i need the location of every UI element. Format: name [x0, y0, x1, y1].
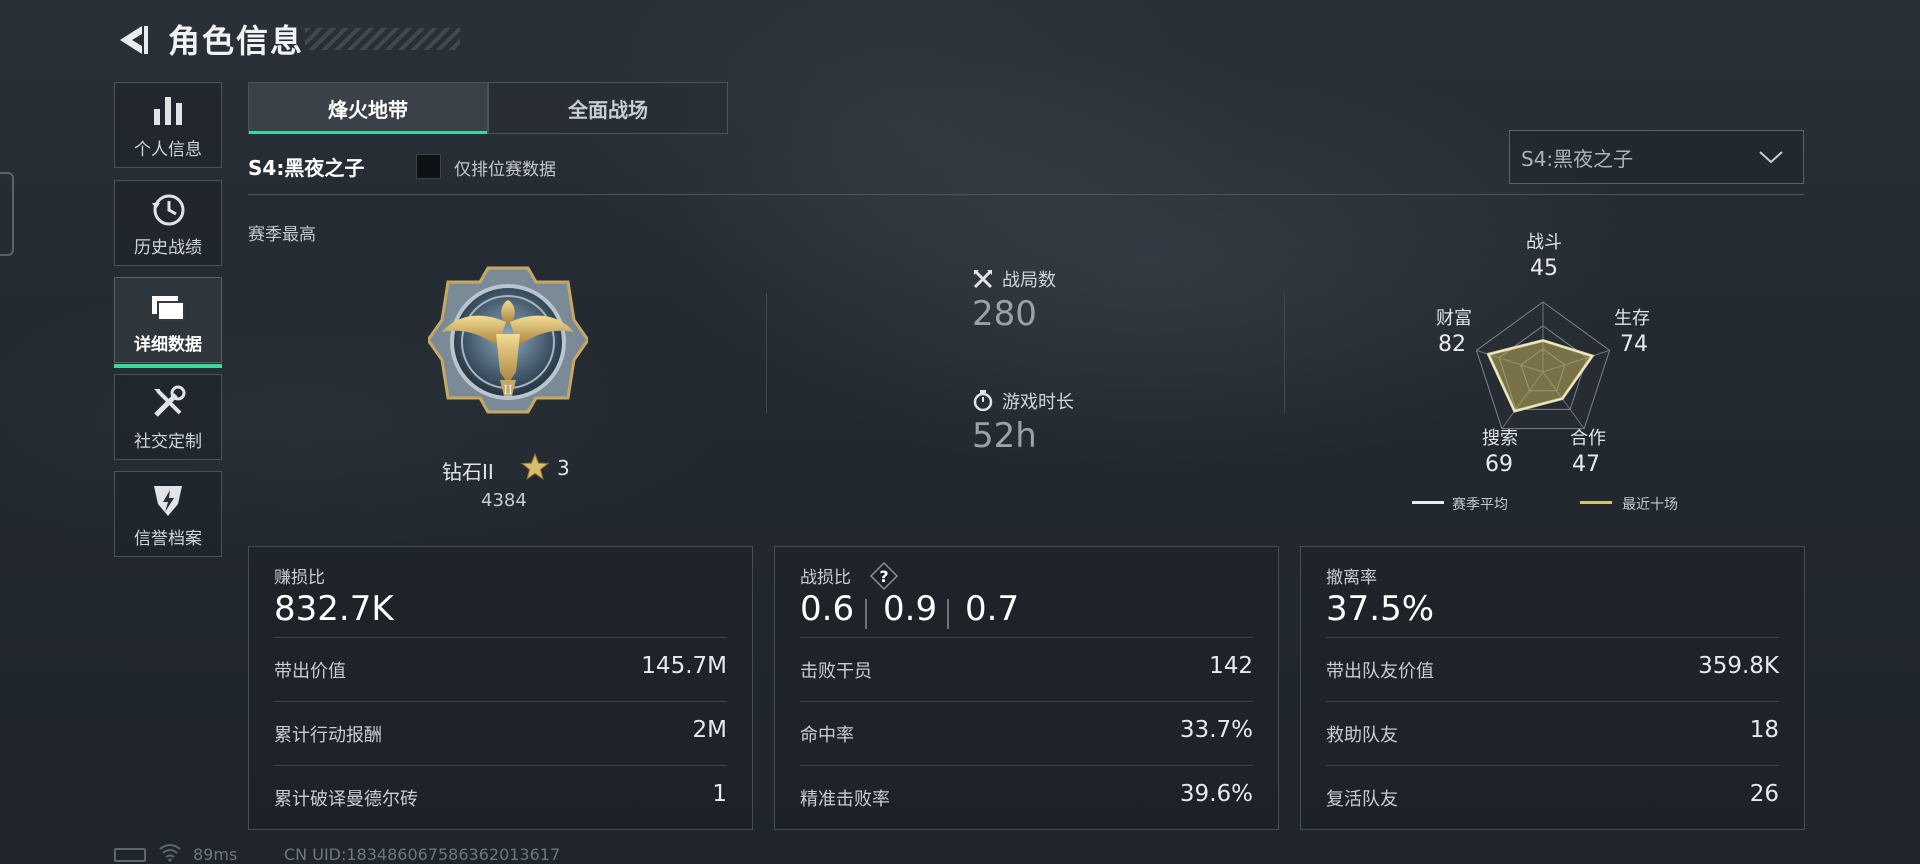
stat-row-label: 命中率: [800, 725, 854, 746]
divider: [1326, 637, 1779, 638]
crossed-swords-icon: [973, 269, 993, 289]
legend-label-recent: 最近十场: [1622, 497, 1678, 513]
season-label: S4:黑夜之子: [248, 156, 365, 180]
divider: [274, 701, 727, 702]
stat-row-label: 累计行动报酬: [274, 725, 382, 746]
divider: [947, 599, 949, 629]
divider: [766, 293, 767, 413]
folder-icon: [152, 295, 185, 321]
sidebar-item-personal-info[interactable]: 个人信息: [114, 82, 222, 168]
ranked-only-label: 仅排位赛数据: [454, 160, 556, 180]
legend-swatch-season-avg: [1412, 501, 1444, 504]
divider: [1326, 701, 1779, 702]
legend-swatch-recent: [1580, 501, 1612, 504]
profit-value: 832.7K: [274, 589, 394, 629]
stat-row-value: 142: [1209, 653, 1253, 679]
profit-card: 赚损比 832.7K 带出价值 145.7M 累计行动报酬 2M 累计破译曼德尔…: [248, 546, 753, 830]
ranked-only-checkbox[interactable]: [416, 154, 441, 179]
rank-emblem-icon: II: [428, 266, 588, 414]
stat-row-label: 带出队友价值: [1326, 661, 1434, 682]
kd-card: 战损比 ? 0.6 0.9 0.7 击败干员 142 命中率 33.7% 精准击…: [774, 546, 1279, 830]
extract-value: 37.5%: [1326, 589, 1435, 629]
rank-name: 钻石II: [442, 460, 494, 484]
stat-row-label: 累计破译曼德尔砖: [274, 789, 418, 810]
stat-row-label: 带出价值: [274, 661, 346, 682]
back-arrow-icon[interactable]: [112, 20, 152, 60]
kd-value-1: 0.6: [800, 589, 855, 629]
chevron-down-icon: [1759, 151, 1783, 164]
sidebar-item-history[interactable]: 历史战绩: [114, 180, 222, 266]
stat-row-label: 击败干员: [800, 661, 872, 682]
divider: [865, 599, 867, 629]
divider: [274, 637, 727, 638]
divider: [800, 701, 1253, 702]
divider: [274, 765, 727, 766]
rank-score: 4384: [481, 490, 527, 511]
season-select-value: S4:黑夜之子: [1521, 146, 1634, 171]
radar-value-search: 69: [1485, 452, 1513, 477]
playtime-label: 游戏时长: [1002, 392, 1074, 413]
sidebar-item-label: 社交定制: [134, 431, 202, 452]
rank-star-count: 3: [557, 456, 570, 480]
sidebar-item-label: 个人信息: [134, 139, 202, 160]
svg-text:?: ?: [879, 567, 888, 586]
matches-label: 战局数: [1002, 270, 1056, 291]
sidebar-item-label: 信誉档案: [134, 528, 202, 549]
sidebar-item-social[interactable]: 社交定制: [114, 374, 222, 460]
kd-value-3: 0.7: [965, 589, 1020, 629]
stat-row-label: 复活队友: [1326, 789, 1398, 810]
stat-row-value: 26: [1749, 781, 1779, 807]
page-title: 角色信息: [168, 22, 305, 60]
stat-row-value: 1: [712, 781, 727, 807]
radar-chart: [1475, 301, 1611, 430]
profit-title: 赚损比: [274, 568, 325, 588]
stat-row-label: 救助队友: [1326, 725, 1398, 746]
divider: [1326, 765, 1779, 766]
season-select[interactable]: S4:黑夜之子: [1509, 130, 1804, 184]
sidebar-item-label: 历史战绩: [134, 237, 202, 258]
divider: [800, 765, 1253, 766]
extract-card: 撤离率 37.5% 带出队友价值 359.8K 救助队友 18 复活队友 26: [1300, 546, 1805, 830]
radar-value-combat: 45: [1530, 256, 1558, 281]
battery-icon: [114, 848, 146, 862]
user-uid: CN UID:1834860675863620136​17: [284, 845, 561, 864]
history-clock-icon: [152, 194, 185, 225]
tab-firezone[interactable]: 烽火地带: [248, 82, 488, 134]
shield-icon: [154, 485, 182, 516]
legend-label-season-avg: 赛季平均: [1452, 497, 1508, 513]
bar-chart-icon: [154, 96, 182, 125]
stat-row-label: 精准击败率: [800, 789, 890, 810]
stopwatch-icon: [973, 390, 993, 411]
sidebar-item-label: 详细数据: [134, 334, 202, 355]
divider: [248, 194, 1804, 195]
ping-readout: 89ms: [193, 845, 238, 864]
stat-row-value: 39.6%: [1179, 781, 1253, 807]
stat-row-value: 33.7%: [1179, 717, 1253, 743]
kd-title: 战损比: [800, 568, 851, 588]
stat-row-value: 359.8K: [1698, 653, 1779, 679]
svg-text:II: II: [503, 383, 513, 397]
side-handle[interactable]: [0, 172, 14, 256]
sidebar-item-detailed-data[interactable]: 详细数据: [114, 277, 222, 368]
stat-row-value: 145.7M: [641, 653, 727, 679]
wifi-icon: [159, 844, 181, 862]
extract-title: 撤离率: [1326, 568, 1377, 588]
season-best-label: 赛季最高: [248, 225, 316, 245]
stat-row-value: 18: [1749, 717, 1779, 743]
divider: [800, 637, 1253, 638]
star-icon: [520, 452, 550, 481]
sidebar-item-reputation[interactable]: 信誉档案: [114, 471, 222, 557]
tab-full-battlefield[interactable]: 全面战场: [488, 82, 728, 134]
playtime-value: 52h: [972, 416, 1037, 456]
radar-label-combat: 战斗: [1526, 232, 1562, 253]
tools-icon: [154, 385, 186, 417]
stat-row-value: 2M: [692, 717, 727, 743]
radar-value-teamwork: 47: [1572, 452, 1600, 477]
kd-value-2: 0.9: [883, 589, 938, 629]
divider: [1284, 293, 1285, 413]
matches-value: 280: [972, 294, 1037, 334]
help-icon[interactable]: ?: [869, 561, 899, 591]
title-decoration: [305, 28, 460, 50]
